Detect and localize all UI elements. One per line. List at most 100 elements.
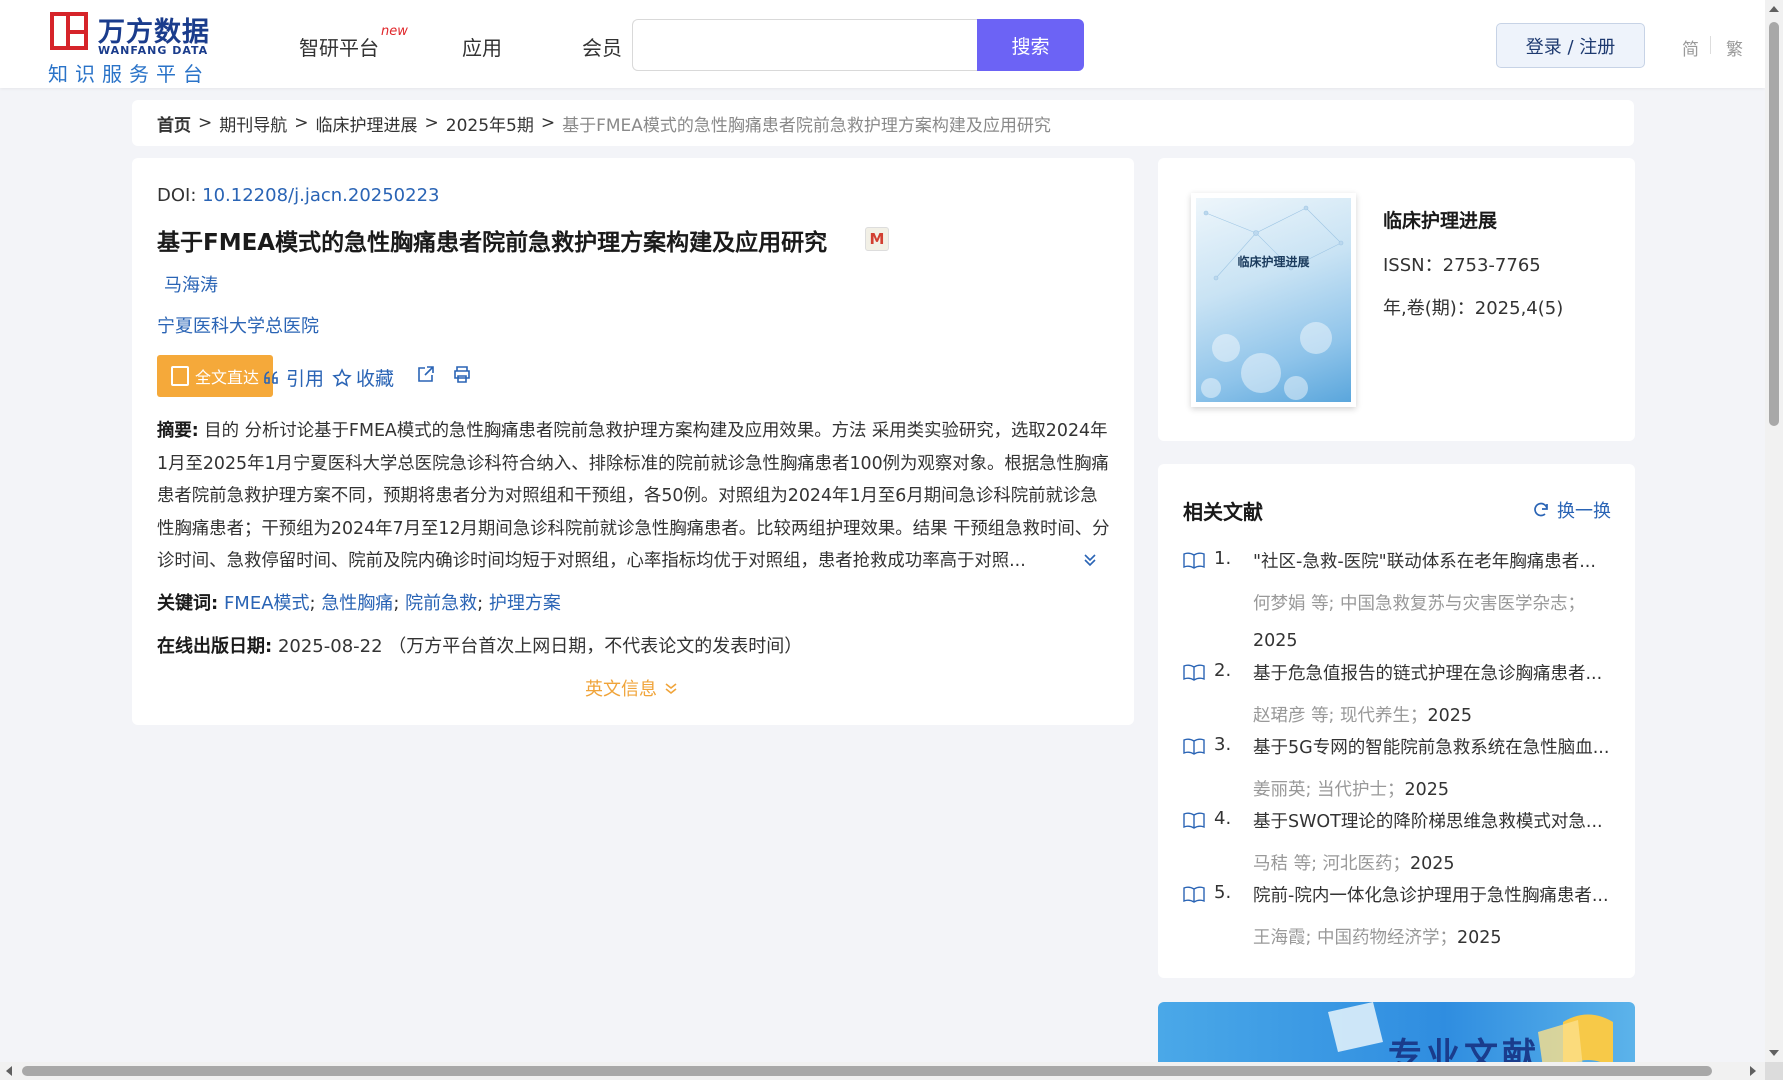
english-info-label: 英文信息	[585, 679, 657, 700]
keywords-label: 关键词:	[157, 593, 219, 614]
pubdate-label: 在线出版日期:	[157, 636, 273, 657]
favorite-label: 收藏	[356, 368, 395, 390]
share-button[interactable]	[416, 364, 436, 384]
horizontal-scroll-thumb[interactable]	[22, 1066, 1712, 1076]
nav-apps[interactable]: 应用	[462, 32, 502, 61]
related-item-meta: 王海霞; 中国药物经济学；2025	[1253, 920, 1613, 957]
related-literature-card: 相关文献 换一换 1. "社区-急救-医院"联动体系在老年胸痛患者... 何梦娟…	[1158, 464, 1635, 978]
journal-issn: ISSN：2753-7765	[1383, 255, 1541, 276]
breadcrumb: 首页 > 期刊导航 > 临床护理进展 > 2025年5期 > 基于FMEA模式的…	[132, 100, 1634, 146]
favorite-button[interactable]: 收藏	[332, 364, 394, 391]
related-item-number: 3.	[1214, 734, 1232, 755]
book-icon	[1183, 664, 1205, 681]
keyword-link[interactable]: 急性胸痛	[321, 593, 393, 614]
keyword-link[interactable]: 院前急救	[405, 593, 477, 614]
horizontal-scrollbar[interactable]	[0, 1062, 1765, 1080]
search-button[interactable]: 搜索	[977, 19, 1084, 71]
book-icon	[1183, 738, 1205, 755]
logo-subtitle: 知识服务平台	[48, 62, 210, 86]
wanfang-logo-mark-icon	[50, 12, 88, 50]
nav-zhiyan[interactable]: 智研平台	[299, 32, 379, 61]
logo-english-name: WANFANG DATA	[98, 44, 209, 57]
login-register-button[interactable]: 登录 / 注册	[1496, 23, 1645, 68]
related-item-year: 2025	[1253, 631, 1298, 651]
abstract-label: 摘要:	[157, 421, 199, 441]
english-info-toggle[interactable]: 英文信息	[585, 675, 679, 701]
related-item-year: 2025	[1456, 928, 1502, 948]
related-item-year: 2025	[1404, 780, 1450, 800]
doi-link[interactable]: 10.12208/j.jacn.20250223	[202, 185, 439, 206]
doi-line: DOI: 10.12208/j.jacn.20250223	[157, 185, 440, 206]
scroll-right-arrow-icon[interactable]	[1750, 1066, 1756, 1076]
wanfang-logo[interactable]: 万方数据 WANFANG DATA 知识服务平台	[48, 10, 218, 86]
related-item-title[interactable]: 基于危急值报告的链式护理在急诊胸痛患者...	[1253, 660, 1613, 685]
related-item-title[interactable]: "社区-急救-医院"联动体系在老年胸痛患者...	[1253, 548, 1613, 573]
related-item-title[interactable]: 院前-院内一体化急诊护理用于急性胸痛患者...	[1253, 882, 1613, 907]
scroll-down-arrow-icon[interactable]	[1769, 1050, 1779, 1056]
refresh-button[interactable]: 换一换	[1532, 497, 1611, 523]
journal-name[interactable]: 临床护理进展	[1383, 206, 1497, 233]
breadcrumb-home[interactable]: 首页	[157, 111, 191, 136]
related-item-meta: 何梦娟 等; 中国急救复苏与灾害医学杂志； 2025	[1253, 586, 1613, 660]
promo-banner[interactable]: 专业文献	[1158, 1002, 1635, 1068]
affiliation-link[interactable]: 宁夏医科大学总医院	[157, 312, 319, 338]
related-item-meta: 赵珺彦 等; 现代养生；2025	[1253, 698, 1613, 735]
print-icon	[454, 366, 470, 383]
share-icon	[418, 366, 434, 382]
cover-network-pattern	[1201, 205, 1344, 400]
m-badge-icon[interactable]: M	[865, 227, 889, 251]
chevron-double-down-icon[interactable]	[1082, 552, 1098, 568]
related-item-authors-source: 赵珺彦 等; 现代养生；	[1253, 706, 1428, 726]
book-icon	[1183, 552, 1205, 569]
article-title: 基于FMEA模式的急性胸痛患者院前急救护理方案构建及应用研究	[157, 230, 828, 256]
scroll-left-arrow-icon[interactable]	[6, 1066, 12, 1076]
refresh-label: 换一换	[1557, 501, 1611, 522]
breadcrumb-journal-nav[interactable]: 期刊导航	[219, 111, 287, 136]
top-header: 万方数据 WANFANG DATA 知识服务平台 智研平台 new 应用 会员 …	[0, 0, 1765, 88]
scroll-up-arrow-icon[interactable]	[1769, 6, 1779, 12]
pubdate-value: 2025-08-22	[277, 636, 383, 657]
journal-cover[interactable]: 临床护理进展	[1191, 193, 1356, 407]
lang-simplified[interactable]: 简	[1682, 35, 1699, 60]
book-icon	[1183, 886, 1205, 903]
lang-divider	[1710, 36, 1711, 54]
breadcrumb-separator: >	[540, 113, 556, 133]
related-item-number: 4.	[1214, 808, 1232, 829]
keyword-link[interactable]: FMEA模式	[224, 593, 310, 614]
related-item-number: 5.	[1214, 882, 1232, 903]
doi-label: DOI:	[157, 185, 197, 206]
keyword-link[interactable]: 护理方案	[489, 593, 561, 614]
related-item-title[interactable]: 基于5G专网的智能院前急救系统在急性脑血...	[1253, 734, 1613, 759]
vertical-scrollbar[interactable]	[1765, 0, 1783, 1080]
fulltext-button[interactable]: 全文直达	[157, 355, 273, 397]
related-item-authors-source: 姜丽英; 当代护士；	[1253, 780, 1405, 800]
cite-button[interactable]: 引用	[262, 364, 324, 391]
related-title: 相关文献	[1183, 500, 1263, 524]
vertical-scroll-thumb[interactable]	[1769, 22, 1779, 426]
related-item-number: 2.	[1214, 660, 1232, 681]
article-card: DOI: 10.12208/j.jacn.20250223 基于FMEA模式的急…	[132, 158, 1134, 725]
breadcrumb-journal[interactable]: 临床护理进展	[316, 111, 418, 136]
chevron-down-icon	[665, 683, 677, 695]
related-item-number: 1.	[1214, 548, 1232, 569]
lang-traditional[interactable]: 繁	[1726, 35, 1743, 60]
related-item-title[interactable]: 基于SWOT理论的降阶梯思维急救模式对急...	[1253, 808, 1613, 833]
breadcrumb-separator: >	[424, 113, 439, 133]
breadcrumb-separator: >	[294, 113, 309, 133]
abstract-body: 目的 分析讨论基于FMEA模式的急性胸痛患者院前急救护理方案构建及应用效果。方法…	[157, 421, 1110, 571]
keywords-line: 关键词: FMEA模式; 急性胸痛; 院前急救; 护理方案	[157, 593, 561, 614]
related-item-meta: 姜丽英; 当代护士；2025	[1253, 772, 1613, 809]
new-badge: new	[381, 24, 408, 39]
quote-icon	[264, 370, 278, 384]
search-input[interactable]	[632, 19, 977, 71]
related-item-year: 2025	[1427, 706, 1473, 726]
breadcrumb-issue[interactable]: 2025年5期	[446, 111, 534, 136]
author-link[interactable]: 马海涛	[164, 271, 218, 297]
star-icon	[332, 367, 352, 387]
nav-membership[interactable]: 会员	[582, 32, 622, 61]
journal-card: 临床护理进展 临床护理进展 ISSN：2753-7765 年,卷(期)：2025…	[1158, 158, 1635, 441]
print-button[interactable]	[452, 364, 472, 384]
pubdate-note: （万方平台首次上网日期，不代表论文的发表时间）	[388, 636, 803, 657]
refresh-icon	[1534, 502, 1548, 517]
breadcrumb-current: 基于FMEA模式的急性胸痛患者院前急救护理方案构建及应用研究	[562, 115, 1051, 136]
